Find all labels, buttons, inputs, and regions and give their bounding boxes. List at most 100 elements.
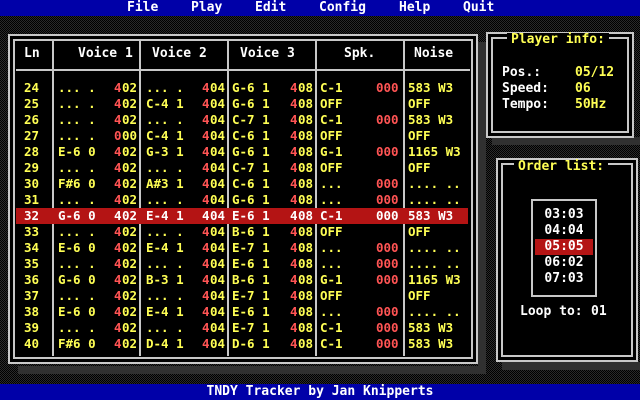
table-row[interactable]: 34 E-6 0 4 02 E-4 1 4 04 E-7 1 4 08... 000.... .. — [16, 240, 468, 256]
cell-noise: .... .. — [408, 176, 461, 191]
cell-voice2-instr: 4 — [202, 208, 210, 223]
table-row[interactable]: 35... . 4 02... . 4 04 E-6 1 4 08... 000.... .. — [16, 256, 468, 272]
menu-quit[interactable]: Quit — [463, 0, 494, 16]
table-row[interactable]: 37... . 4 02... . 4 04 E-7 1 4 08 OFF OFF — [16, 288, 468, 304]
cell-voice2-instr: 4 — [202, 240, 210, 255]
cell-voice3-instr: 4 — [290, 272, 298, 287]
cell-voice3-vol: 08 — [298, 208, 314, 223]
cell-voice3-note: C-7 1 — [232, 112, 270, 127]
cell-voice3-instr: 4 — [290, 256, 298, 271]
order-separator: : — [560, 271, 568, 286]
cell-voice3-vol: 08 — [298, 144, 314, 159]
order-list-box[interactable]: 03:03 04:04 05:05 06:02 07:03 — [531, 199, 597, 297]
cell-speaker-vol: 000 — [376, 144, 399, 159]
cell-voice2-note: ... . — [146, 320, 184, 335]
cell-noise: 583 W3 — [408, 112, 454, 127]
table-row[interactable]: 30 F#6 0 4 02 A#3 1 4 04 C-6 1 4 08... 000.... .. — [16, 176, 468, 192]
cell-voice1-note: E-6 0 — [58, 240, 96, 255]
cell-voice1-vol: 02 — [122, 192, 138, 207]
table-row[interactable]: 29... . 4 02... . 4 04 C-7 1 4 08 OFF OFF — [16, 160, 468, 176]
cell-voice1-vol: 02 — [122, 240, 138, 255]
cell-voice1-vol: 02 — [122, 160, 138, 175]
cell-speaker-note: OFF — [320, 288, 343, 303]
cell-voice3-instr: 4 — [290, 176, 298, 191]
cell-voice2-instr: 4 — [202, 96, 210, 111]
cell-voice3-instr: 4 — [290, 288, 298, 303]
table-row-current[interactable]: 32 G-6 0 4 02 E-4 1 4 04 E-6 1 4 08 C-1 000 583 W3 — [16, 208, 468, 224]
cell-speaker-vol: 000 — [376, 208, 399, 223]
table-row[interactable]: 39... . 4 02... . 4 04 E-7 1 4 08 C-1 000 583 W3 — [16, 320, 468, 336]
cell-speaker-vol: 000 — [376, 304, 399, 319]
cell-voice1-instr: 4 — [114, 144, 122, 159]
pattern-panel-shadow — [18, 366, 484, 374]
menu-edit[interactable]: Edit — [255, 0, 286, 16]
cell-voice1-vol: 02 — [122, 336, 138, 351]
order-position: 03 — [544, 207, 561, 222]
cell-voice2-note: E-4 1 — [146, 208, 184, 223]
cell-voice1-instr: 4 — [114, 240, 122, 255]
cell-voice1-vol: 02 — [122, 208, 138, 223]
cell-speaker-note: C-1 — [320, 320, 343, 335]
cell-voice3-vol: 08 — [298, 320, 314, 335]
order-item[interactable]: 07:03 — [535, 271, 593, 287]
cell-voice2-vol: 04 — [210, 304, 226, 319]
table-row[interactable]: 40 F#6 0 4 02 D-4 1 4 04 D-6 1 4 08 C-1 000 583 W3 — [16, 336, 468, 352]
cell-speaker-vol: 000 — [376, 192, 399, 207]
cell-speaker-vol: 000 — [376, 240, 399, 255]
cell-voice3-instr: 4 — [290, 208, 298, 223]
table-row[interactable]: 31... . 4 02... . 4 04 G-6 1 4 08... 000.... .. — [16, 192, 468, 208]
cell-voice2-vol: 04 — [210, 272, 226, 287]
cell-line: 34 — [24, 240, 40, 255]
cell-voice2-note: ... . — [146, 256, 184, 271]
cell-voice3-note: E-7 1 — [232, 240, 270, 255]
table-row[interactable]: 25... . 4 02 C-4 1 4 04 G-6 1 4 08 OFF OFF — [16, 96, 468, 112]
cell-voice1-instr: 4 — [114, 288, 122, 303]
order-item-selected[interactable]: 05:05 — [535, 239, 593, 255]
order-pattern: 03 — [567, 207, 584, 222]
cell-voice2-instr: 4 — [202, 272, 210, 287]
cell-voice1-vol: 02 — [122, 176, 138, 191]
table-row[interactable]: 26... . 4 02... . 4 04 C-7 1 4 08 C-1 000 583 W3 — [16, 112, 468, 128]
cell-speaker-note: ... — [320, 304, 343, 319]
cell-line: 33 — [24, 224, 40, 239]
cell-voice3-instr: 4 — [290, 80, 298, 95]
column-header-noise: Noise — [414, 46, 454, 61]
cell-speaker-note: C-1 — [320, 208, 343, 223]
cell-voice3-vol: 08 — [298, 128, 314, 143]
cell-voice3-note: C-6 1 — [232, 128, 270, 143]
table-row[interactable]: 28 E-6 0 4 02 G-3 1 4 04 G-6 1 4 08 G-1 000 1165 W3 — [16, 144, 468, 160]
cell-voice3-note: G-6 1 — [232, 80, 270, 95]
cell-voice2-instr: 4 — [202, 112, 210, 127]
cell-voice1-note: ... . — [58, 160, 96, 175]
cell-noise: 1165 W3 — [408, 144, 461, 159]
cell-line: 38 — [24, 304, 40, 319]
table-row[interactable]: 24... . 4 02... . 4 04 G-6 1 4 08 C-1 000 583 W3 — [16, 80, 468, 96]
cell-speaker-note: ... — [320, 192, 343, 207]
menu-help[interactable]: Help — [399, 0, 430, 16]
order-item[interactable]: 06:02 — [535, 255, 593, 271]
cell-voice2-note: ... . — [146, 80, 184, 95]
menu-play[interactable]: Play — [191, 0, 222, 16]
cell-voice2-vol: 04 — [210, 320, 226, 335]
table-row[interactable]: 36 G-6 0 4 02 B-3 1 4 04 B-6 1 4 08 G-1 000 1165 W3 — [16, 272, 468, 288]
cell-voice2-vol: 04 — [210, 80, 226, 95]
cell-line: 35 — [24, 256, 40, 271]
menu-file[interactable]: File — [127, 0, 158, 16]
cell-noise: .... .. — [408, 192, 461, 207]
cell-voice2-note: C-4 1 — [146, 128, 184, 143]
table-row[interactable]: 27... . 0 00 C-4 1 4 04 C-6 1 4 08 OFF OFF — [16, 128, 468, 144]
cell-voice1-note: ... . — [58, 256, 96, 271]
cell-voice3-note: B-6 1 — [232, 272, 270, 287]
menu-config[interactable]: Config — [319, 0, 366, 16]
cell-voice1-vol: 02 — [122, 80, 138, 95]
order-pattern: 03 — [567, 271, 584, 286]
cell-speaker-note: ... — [320, 176, 343, 191]
order-separator: : — [560, 223, 568, 238]
order-item[interactable]: 04:04 — [535, 223, 593, 239]
table-row[interactable]: 33... . 4 02... . 4 04 B-6 1 4 08 OFF OFF — [16, 224, 468, 240]
cell-voice2-note: G-3 1 — [146, 144, 184, 159]
order-pattern: 04 — [567, 223, 584, 238]
cell-voice3-instr: 4 — [290, 160, 298, 175]
order-item[interactable]: 03:03 — [535, 207, 593, 223]
table-row[interactable]: 38 E-6 0 4 02 E-4 1 4 04 E-6 1 4 08... 000.... .. — [16, 304, 468, 320]
